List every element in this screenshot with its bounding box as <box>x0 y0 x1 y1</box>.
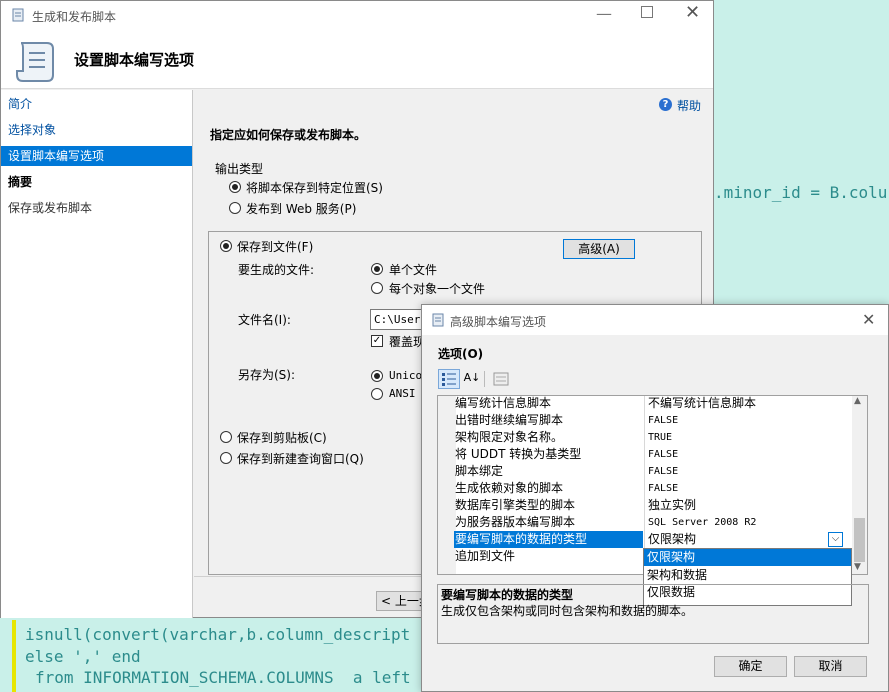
ok-button[interactable]: 确定 <box>714 656 787 677</box>
radio-unicode[interactable] <box>371 370 383 382</box>
property-row[interactable]: 出错时继续编写脚本 FALSE <box>437 412 843 429</box>
close-icon[interactable]: ✕ <box>685 2 700 23</box>
alphabetical-sort-icon[interactable]: A↓ <box>462 369 482 389</box>
close-icon[interactable]: ✕ <box>862 310 875 329</box>
change-marker <box>12 620 16 692</box>
code-line-from: from INFORMATION_SCHEMA.COLUMNS a left <box>35 668 411 687</box>
wizard-title: 生成和发布脚本 <box>32 10 117 24</box>
property-row[interactable]: 架构限定对象名称。 TRUE <box>437 429 843 446</box>
radio-single-file[interactable] <box>371 263 383 275</box>
save-as-label: 另存为(S): <box>238 368 296 382</box>
scroll-up-icon[interactable]: ▲ <box>854 396 861 406</box>
output-publish-label: 发布到 Web 服务(P) <box>246 202 357 216</box>
scroll-icon <box>432 313 444 327</box>
radio-ansi[interactable] <box>371 388 383 400</box>
files-to-generate-label: 要生成的文件: <box>238 263 315 277</box>
categorized-icon[interactable] <box>438 369 460 389</box>
overwrite-checkbox[interactable]: ✓ <box>371 335 383 347</box>
nav-item-intro[interactable]: 简介 <box>1 94 192 114</box>
radio-one-file-per-object[interactable] <box>371 282 383 294</box>
property-row[interactable]: 编写统计信息脚本 不编写统计信息脚本 <box>437 395 843 412</box>
code-line-minor: .minor_id = B.colu <box>714 183 888 202</box>
help-icon[interactable]: ? <box>659 98 672 111</box>
wizard-header: 设置脚本编写选项 <box>1 31 713 89</box>
property-pages-icon[interactable] <box>492 371 510 387</box>
dropdown-option[interactable]: 架构和数据 <box>644 567 851 584</box>
cancel-button[interactable]: 取消 <box>794 656 867 677</box>
scrollbar-thumb[interactable] <box>854 518 865 562</box>
nav-item-scripting-options[interactable]: 设置脚本编写选项 <box>1 146 192 166</box>
dropdown-chevron-icon[interactable]: ⌵ <box>828 532 843 547</box>
nav-item-summary[interactable]: 摘要 <box>1 172 192 192</box>
radio-save-to-file[interactable] <box>220 240 232 252</box>
property-row-selected[interactable]: 要编写脚本的数据的类型 仅限架构 <box>437 531 843 548</box>
unicode-label: Unico <box>389 369 423 382</box>
filename-input[interactable]: C:\Users <box>370 309 422 330</box>
property-row[interactable]: 生成依赖对象的脚本 FALSE <box>437 480 843 497</box>
maximize-icon[interactable] <box>641 6 653 18</box>
property-row[interactable]: 数据库引擎类型的脚本 独立实例 <box>437 497 843 514</box>
toolbar-separator <box>484 371 485 387</box>
script-scroll-icon <box>16 42 54 82</box>
instruction-text: 指定应如何保存或发布脚本。 <box>210 128 367 142</box>
code-line-isnull: isnull(convert(varchar,b.column_descript <box>25 625 411 644</box>
radio-save-clipboard[interactable] <box>220 431 232 443</box>
nav-item-select-objects[interactable]: 选择对象 <box>1 120 192 140</box>
one-per-object-label: 每个对象一个文件 <box>389 282 486 296</box>
advanced-dialog-title: 高级脚本编写选项 <box>450 315 547 329</box>
overwrite-label: 覆盖现 <box>389 335 426 349</box>
wizard-steps-nav: 简介 选择对象 设置脚本编写选项 摘要 保存或发布脚本 <box>1 90 193 618</box>
page-title: 设置脚本编写选项 <box>74 51 195 69</box>
save-clipboard-label: 保存到剪贴板(C) <box>237 431 327 445</box>
dropdown-option-selected[interactable]: 仅限架构 <box>644 549 851 566</box>
radio-save-to-location[interactable] <box>229 181 241 193</box>
property-row[interactable]: 脚本绑定 FALSE <box>437 463 843 480</box>
filename-label: 文件名(I): <box>238 313 291 327</box>
description-text: 生成仅包含架构或同时包含架构和数据的脚本。 <box>441 604 694 618</box>
single-file-label: 单个文件 <box>389 263 438 277</box>
description-title: 要编写脚本的数据的类型 <box>441 588 574 602</box>
property-row[interactable]: 将 UDDT 转换为基类型 FALSE <box>437 446 843 463</box>
options-label: 选项(O) <box>438 347 484 361</box>
scroll-icon <box>12 8 24 22</box>
output-type-label: 输出类型 <box>215 162 264 176</box>
nav-item-save-publish[interactable]: 保存或发布脚本 <box>1 198 192 218</box>
radio-publish-web[interactable] <box>229 202 241 214</box>
scroll-down-icon[interactable]: ▼ <box>854 562 861 572</box>
advanced-dialog-titlebar[interactable]: 高级脚本编写选项 ✕ <box>422 305 888 335</box>
save-to-file-label: 保存到文件(F) <box>237 240 314 254</box>
advanced-scripting-options-dialog: 高级脚本编写选项 ✕ 选项(O) A↓ 编写统计信息脚本 不编写统计信息脚本 出错… <box>421 304 889 692</box>
advanced-button[interactable]: 高级(A) <box>563 239 635 259</box>
radio-save-query-window[interactable] <box>220 452 232 464</box>
minimize-icon[interactable]: — <box>596 4 612 23</box>
save-query-window-label: 保存到新建查询窗口(Q) <box>237 452 364 466</box>
wizard-titlebar[interactable]: 生成和发布脚本 — ✕ <box>1 1 713 31</box>
property-row[interactable]: 为服务器版本编写脚本 SQL Server 2008 R2 <box>437 514 843 531</box>
code-line-else: else ',' end <box>25 647 141 666</box>
property-grid-scrollbar[interactable]: ▲ ▼ <box>852 396 867 574</box>
help-link[interactable]: 帮助 <box>677 97 701 114</box>
output-save-label: 将脚本保存到特定位置(S) <box>246 181 383 195</box>
